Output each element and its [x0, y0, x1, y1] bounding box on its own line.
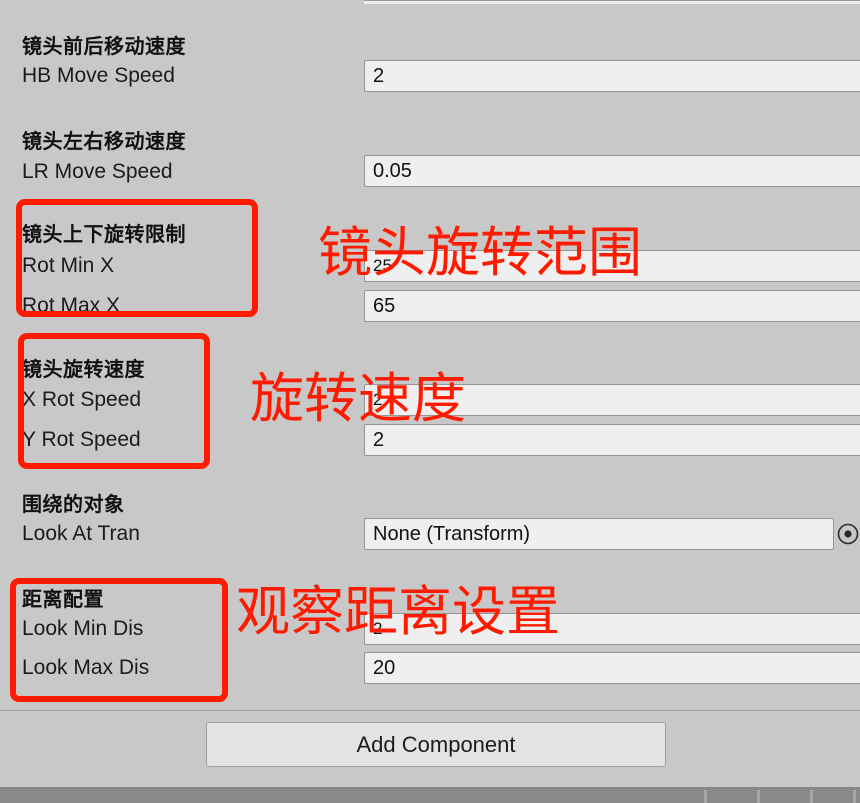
property-en-label-rot-max-x: Rot Max X: [22, 294, 121, 317]
input-x-rot-speed[interactable]: 2: [364, 384, 860, 416]
input-rot-min-x[interactable]: 25: [364, 250, 860, 282]
property-cn-label-look-min-dis: 距离配置: [22, 589, 104, 611]
input-look-min-dis[interactable]: 2: [364, 613, 860, 645]
property-cn-label-lr-move-speed: 镜头左右移动速度: [22, 131, 186, 153]
input-y-rot-speed[interactable]: 2: [364, 424, 860, 456]
property-cn-label-x-rot-speed: 镜头旋转速度: [22, 359, 145, 381]
inspector-panel: 镜头前后移动速度 HB Move Speed 2 镜头左右移动速度 LR Mov…: [0, 0, 860, 771]
status-bar-tick: [704, 790, 707, 803]
input-lr-move-speed[interactable]: 0.05: [364, 155, 860, 187]
add-component-button[interactable]: Add Component: [206, 722, 666, 767]
property-cn-label-hb-move-speed: 镜头前后移动速度: [22, 36, 186, 58]
property-en-label-look-max-dis: Look Max Dis: [22, 656, 150, 679]
property-cn-label-rot-min-x: 镜头上下旋转限制: [22, 224, 186, 246]
input-look-at-tran[interactable]: None (Transform): [364, 518, 834, 550]
section-divider: [0, 710, 860, 711]
property-en-label-y-rot-speed: Y Rot Speed: [22, 428, 141, 451]
input-rot-max-x[interactable]: 65: [364, 290, 860, 322]
property-en-label-look-min-dis: Look Min Dis: [22, 617, 144, 640]
property-en-label-lr-move-speed: LR Move Speed: [22, 160, 173, 183]
status-bar: [0, 787, 860, 803]
input-look-max-dis[interactable]: 20: [364, 652, 860, 684]
status-bar-tick: [757, 790, 760, 803]
status-bar-tick: [810, 790, 813, 803]
property-cn-label-look-at-tran: 围绕的对象: [22, 494, 125, 516]
status-bar-tick: [853, 790, 856, 803]
property-en-label-rot-min-x: Rot Min X: [22, 254, 115, 277]
property-en-label-hb-move-speed: HB Move Speed: [22, 64, 175, 87]
property-en-label-look-at-tran: Look At Tran: [22, 522, 140, 545]
property-en-label-x-rot-speed: X Rot Speed: [22, 388, 142, 411]
input-hb-move-speed[interactable]: 2: [364, 60, 860, 92]
object-picker-icon[interactable]: [836, 518, 860, 550]
top-field-edge: [364, 0, 860, 4]
